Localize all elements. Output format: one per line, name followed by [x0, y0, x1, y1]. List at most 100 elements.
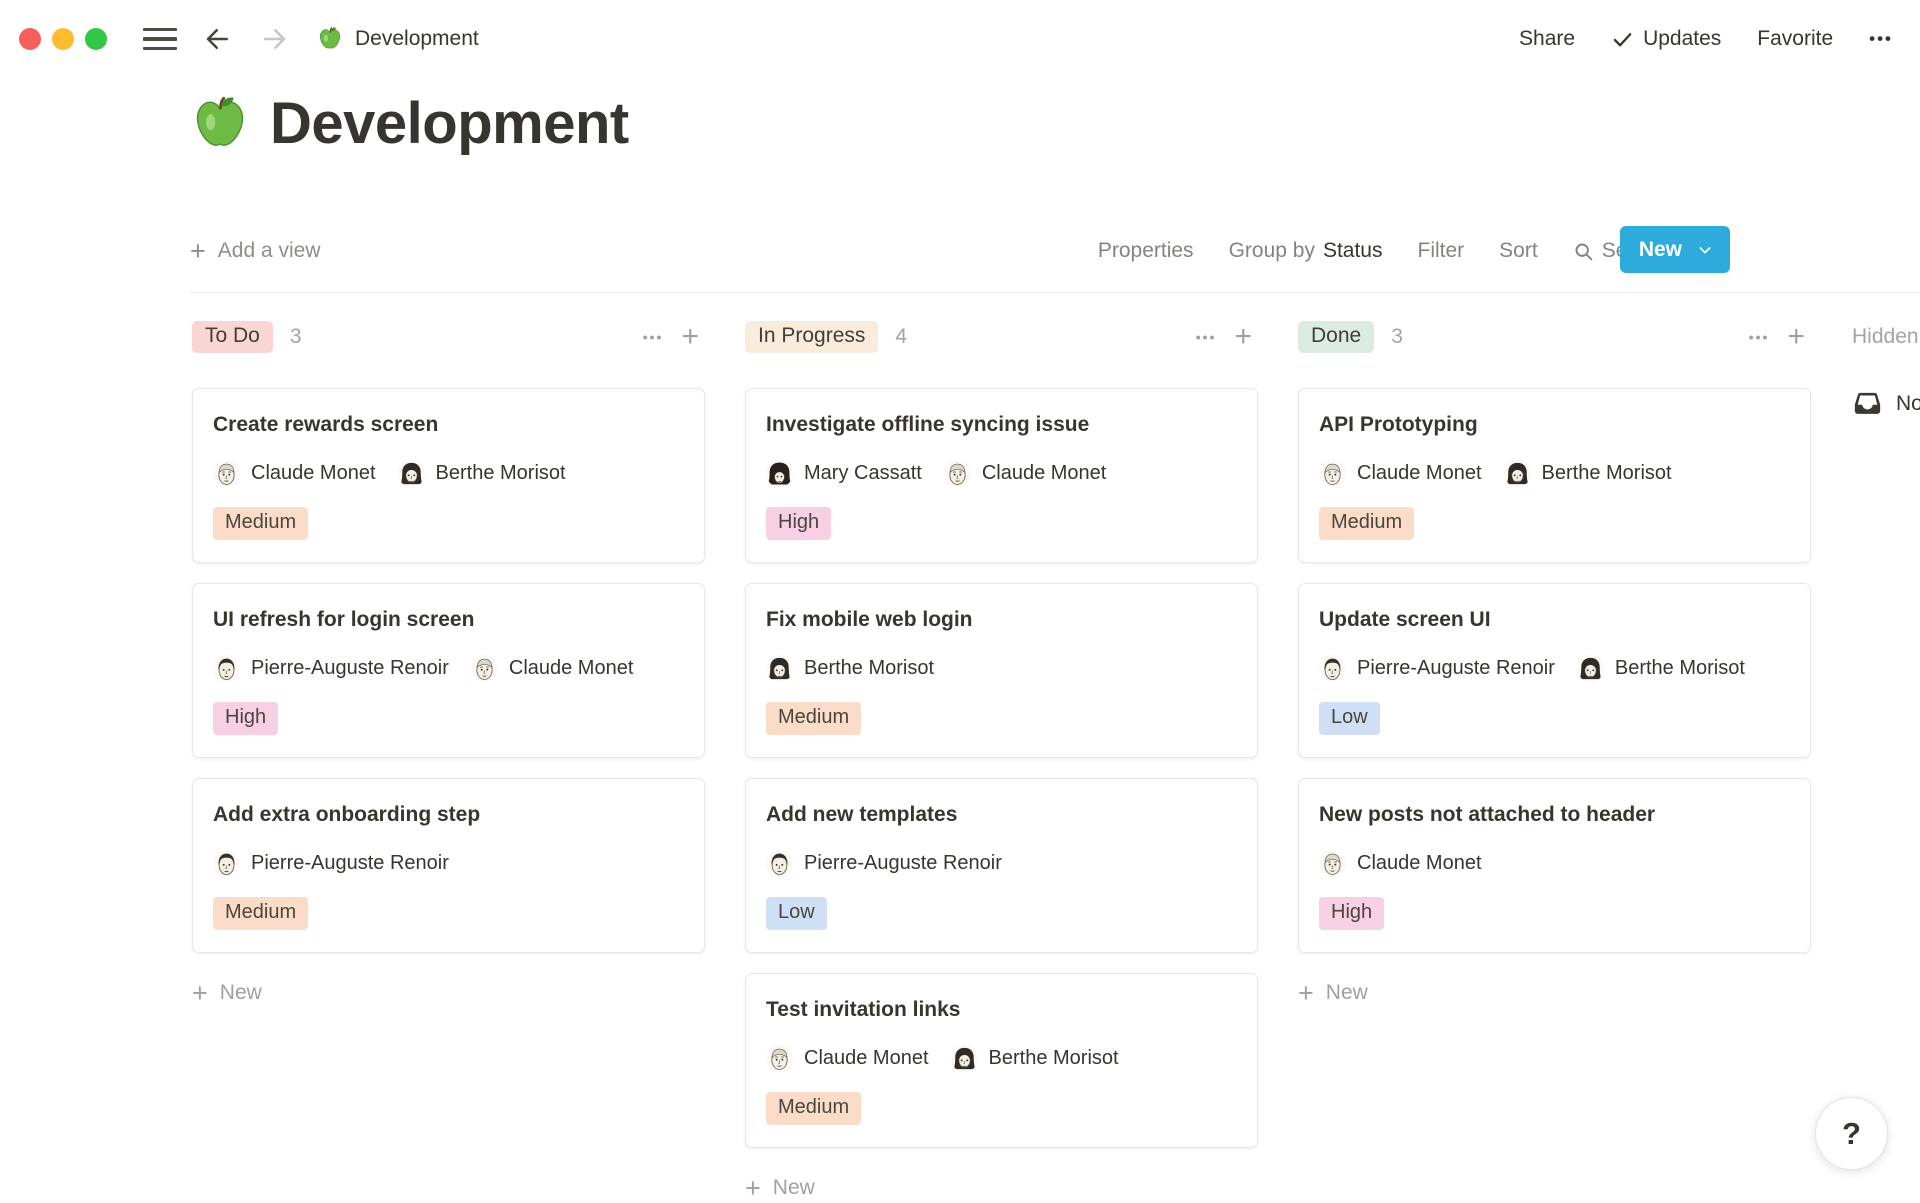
card-assignees: Pierre-Auguste Renoir	[213, 845, 684, 881]
add-card-button[interactable]: +New	[1298, 981, 1811, 1005]
page-title[interactable]: Development	[270, 90, 629, 157]
breadcrumb-page-title[interactable]: Development	[355, 27, 479, 51]
assignee: Pierre-Auguste Renoir	[213, 845, 449, 881]
group-by-button[interactable]: Group by Status	[1229, 239, 1383, 263]
card-title: Fix mobile web login	[766, 604, 1237, 636]
column-count: 4	[895, 325, 907, 349]
column-cards: Create rewards screen Claude Monet Berthe …	[192, 388, 705, 953]
minimize-window-button[interactable]	[52, 28, 74, 50]
properties-button[interactable]: Properties	[1098, 239, 1194, 263]
column-add-card-icon[interactable]: +	[681, 324, 699, 350]
card-assignees: Claude Monet Berthe Morisot	[213, 455, 684, 491]
assignee: Claude Monet	[766, 1040, 929, 1076]
kanban-card[interactable]: Investigate offline syncing issue Mary Ca…	[745, 388, 1258, 563]
card-title: New posts not attached to header	[1319, 799, 1790, 831]
priority-badge: Medium	[1319, 507, 1414, 540]
view-toolbar: + Add a view Properties Group by Status …	[190, 226, 1920, 276]
assignee: Berthe Morisot	[398, 455, 566, 491]
column-status-pill[interactable]: Done	[1298, 321, 1374, 353]
page-icon-green-apple[interactable]	[190, 94, 250, 154]
assignee: Pierre-Auguste Renoir	[1319, 650, 1555, 686]
priority-badge: Medium	[766, 1092, 861, 1125]
sort-button[interactable]: Sort	[1499, 239, 1538, 263]
avatar-claude-monet	[944, 460, 971, 487]
chevron-down-icon	[1697, 242, 1713, 258]
board-column-done: Done3•••+API PrototypingClaude MonetBert…	[1298, 318, 1811, 1005]
add-card-label: New	[773, 1176, 815, 1200]
column-more-options-icon[interactable]: •••	[1749, 329, 1770, 345]
assignee-name: Claude Monet	[509, 657, 634, 680]
kanban-card[interactable]: Update screen UIPierre-Auguste RenoirBer…	[1298, 583, 1811, 758]
plus-icon: +	[192, 982, 208, 1004]
avatar-pierre-auguste-renoir	[1319, 655, 1346, 682]
column-more-options-icon[interactable]: •••	[1196, 329, 1217, 345]
plus-icon: +	[190, 241, 206, 261]
column-controls: ••• +	[1749, 324, 1811, 350]
assignee: Mary Cassatt	[766, 455, 922, 491]
column-add-card-icon[interactable]: +	[1787, 324, 1805, 350]
hidden-columns-section: Hidden columns No Status	[1852, 318, 1920, 419]
kanban-card[interactable]: API PrototypingClaude MonetBerthe Moriso…	[1298, 388, 1811, 563]
assignee-name: Pierre-Auguste Renoir	[251, 852, 449, 875]
filter-button[interactable]: Filter	[1418, 239, 1465, 263]
more-options-icon[interactable]: •••	[1869, 29, 1893, 49]
avatar-claude-monet	[471, 655, 498, 682]
kanban-card[interactable]: Create rewards screen Claude Monet Berthe …	[192, 388, 705, 563]
plus-icon: +	[745, 1177, 761, 1199]
new-button[interactable]: New	[1620, 226, 1730, 273]
card-assignees: Claude MonetBerthe Morisot	[1319, 455, 1790, 491]
priority-badge: High	[1319, 897, 1384, 930]
kanban-card[interactable]: Fix mobile web loginBerthe MorisotMedium	[745, 583, 1258, 758]
back-icon[interactable]	[203, 24, 233, 54]
no-status-label: No Status	[1896, 392, 1920, 416]
column-more-options-icon[interactable]: •••	[643, 329, 664, 345]
card-priority: Medium	[213, 881, 684, 930]
column-header: Done3•••+	[1298, 318, 1811, 356]
card-assignees: Claude Monet	[1319, 845, 1790, 881]
page-header: Development	[190, 90, 629, 157]
avatar-berthe-morisot	[398, 460, 425, 487]
column-status-pill[interactable]: To Do	[192, 321, 273, 353]
assignee: Claude Monet	[944, 455, 1107, 491]
search-icon	[1573, 241, 1594, 262]
avatar-berthe-morisot	[951, 1045, 978, 1072]
card-title: Investigate offline syncing issue	[766, 409, 1237, 441]
avatar-claude-monet	[1319, 460, 1346, 487]
column-add-card-icon[interactable]: +	[1234, 324, 1252, 350]
avatar-pierre-auguste-renoir	[213, 655, 240, 682]
kanban-card[interactable]: Test invitation linksClaude MonetBerthe …	[745, 973, 1258, 1148]
forward-icon[interactable]	[259, 24, 289, 54]
add-card-button[interactable]: + New	[745, 1176, 1258, 1200]
close-window-button[interactable]	[19, 28, 41, 50]
kanban-card[interactable]: Add extra onboarding stepPierre-Auguste …	[192, 778, 705, 953]
card-assignees: Pierre-Auguste RenoirClaude Monet	[213, 650, 684, 686]
help-button[interactable]: ?	[1815, 1097, 1888, 1170]
card-title: Test invitation links	[766, 994, 1237, 1026]
sidebar-menu-icon[interactable]	[143, 28, 177, 51]
toolbar-divider	[190, 292, 1920, 293]
assignee: Claude Monet	[213, 455, 376, 491]
add-card-button[interactable]: +New	[192, 981, 705, 1005]
add-view-button[interactable]: + Add a view	[190, 239, 321, 263]
favorite-button[interactable]: Favorite	[1757, 27, 1833, 51]
priority-badge: High	[213, 702, 278, 735]
card-priority: High	[213, 686, 684, 735]
assignee: Pierre-Auguste Renoir	[766, 845, 1002, 881]
column-status-pill[interactable]: In Progress	[745, 321, 878, 353]
assignee: Berthe Morisot	[1504, 455, 1672, 491]
updates-button[interactable]: Updates	[1611, 27, 1721, 51]
add-card-label: New	[1326, 981, 1368, 1005]
zoom-window-button[interactable]	[85, 28, 107, 50]
kanban-card[interactable]: Add new templatesPierre-Auguste RenoirLo…	[745, 778, 1258, 953]
check-icon	[1611, 28, 1634, 51]
column-header: In Progress 4 ••• +	[745, 318, 1258, 356]
no-status-group[interactable]: No Status	[1852, 388, 1920, 419]
card-priority: High	[766, 491, 1237, 540]
kanban-card[interactable]: New posts not attached to header Claude M…	[1298, 778, 1811, 953]
card-title: Create rewards screen	[213, 409, 684, 441]
kanban-card[interactable]: UI refresh for login screenPierre-August…	[192, 583, 705, 758]
card-priority: Low	[766, 881, 1237, 930]
share-button[interactable]: Share	[1519, 27, 1575, 51]
assignee-name: Claude Monet	[804, 1047, 929, 1070]
assignee-name: Pierre-Auguste Renoir	[804, 852, 1002, 875]
